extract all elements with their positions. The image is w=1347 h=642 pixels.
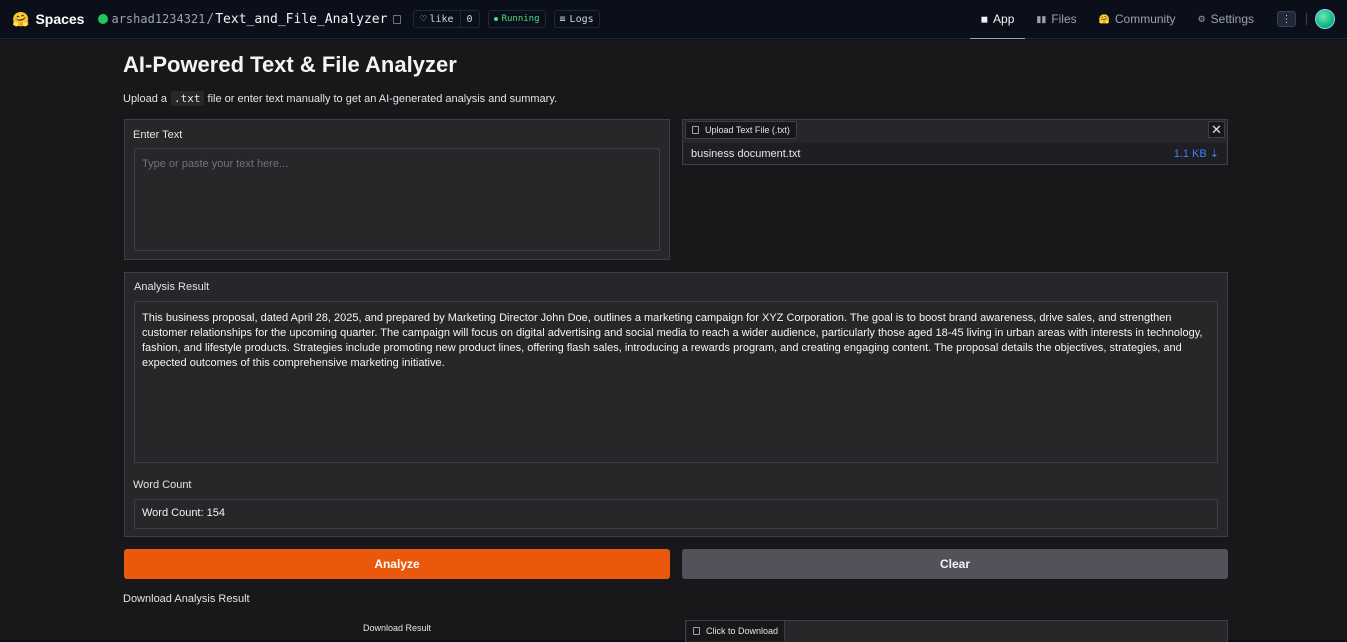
tab-app[interactable]: ◼ App [969,0,1026,39]
path-separator: / [206,11,215,27]
tab-settings[interactable]: ⚙ Settings [1187,0,1265,38]
like-label: like [429,13,454,25]
clear-button[interactable]: Clear [682,549,1228,579]
divider [1306,13,1307,25]
word-count-label: Word Count [133,479,192,491]
page-subtitle: Upload a .txt file or enter text manuall… [123,91,557,106]
upload-file-tab[interactable]: Upload Text File (.txt) [685,121,797,139]
click-to-download-label: Click to Download [706,626,779,636]
owner-avatar-icon [98,14,109,24]
status-text: Running [501,14,540,24]
tab-settings-label: Settings [1210,12,1254,26]
click-to-download-tab[interactable]: Click to Download [687,621,786,641]
top-bar: 🤗 Spaces arshad1234321 / Text_and_File_A… [0,0,1347,39]
tab-files-label: Files [1051,12,1077,26]
page-title: AI-Powered Text & File Analyzer [123,52,457,77]
spaces-link[interactable]: Spaces [35,11,84,27]
gear-icon: ⚙ [1197,13,1206,24]
upload-tab-label: Upload Text File (.txt) [705,125,790,135]
file-name: business document.txt [691,147,801,160]
tab-community-label: Community [1114,12,1176,26]
user-avatar[interactable] [1315,9,1335,29]
logs-button[interactable]: ≡ Logs [553,10,600,28]
running-dot-icon [493,17,498,21]
subtitle-prefix: Upload a [123,92,168,105]
analyze-button[interactable]: Analyze [124,549,670,579]
enter-text-label: Enter Text [133,129,183,141]
logs-label: Logs [569,13,594,25]
like-count: 0 [466,13,473,25]
analysis-result-panel: Analysis Result This business proposal, … [124,272,1228,537]
logs-icon: ≡ [559,13,566,25]
text-input[interactable]: Type or paste your text here... [134,148,660,251]
community-icon: 🤗 [1098,13,1110,24]
analysis-result-label: Analysis Result [134,281,210,293]
repo-name-link[interactable]: Text_and_File_Analyzer [215,12,387,27]
like-button[interactable]: ♡ like 0 [413,10,480,28]
tab-community[interactable]: 🤗 Community [1088,0,1187,38]
download-result-label: Download Result [362,623,432,633]
analysis-result-output[interactable]: This business proposal, dated April 28, … [134,301,1218,463]
analysis-result-text: This business proposal, dated April 28, … [142,312,1203,369]
copy-icon[interactable] [393,14,402,24]
hugging-face-logo-icon[interactable]: 🤗 [12,11,29,28]
file-download-link[interactable]: 1.1 KB ⇣ [1174,147,1219,160]
tab-files[interactable]: ▮▮ Files [1025,0,1087,38]
app-container: AI-Powered Text & File Analyzer Upload a… [0,40,1347,642]
file-icon [693,627,700,635]
heart-icon: ♡ [420,13,427,25]
word-count-output[interactable]: Word Count: 154 [134,499,1218,529]
owner-link[interactable]: arshad1234321 [111,12,205,26]
enter-text-panel: Enter Text Type or paste your text here.… [124,119,670,260]
file-upload-panel: Upload Text File (.txt) ✕ business docum… [682,119,1228,165]
text-input-placeholder: Type or paste your text here... [142,158,289,170]
download-section-label: Download Analysis Result [123,593,250,605]
subtitle-code: .txt [171,91,204,106]
more-options-button[interactable]: ⋮ [1277,11,1296,27]
files-icon: ▮▮ [1036,13,1047,24]
download-file-panel: Click to Download [685,620,1228,642]
word-count-value: Word Count: 154 [142,507,225,519]
subtitle-suffix: file or enter text manually to get an AI… [207,92,558,105]
status-badge[interactable]: Running [487,10,546,28]
uploaded-file-row: business document.txt 1.1 KB ⇣ [684,143,1226,164]
cube-icon: ◼ [980,13,989,24]
tab-app-label: App [993,12,1015,26]
file-icon [692,126,699,134]
clear-file-button[interactable]: ✕ [1208,121,1225,138]
